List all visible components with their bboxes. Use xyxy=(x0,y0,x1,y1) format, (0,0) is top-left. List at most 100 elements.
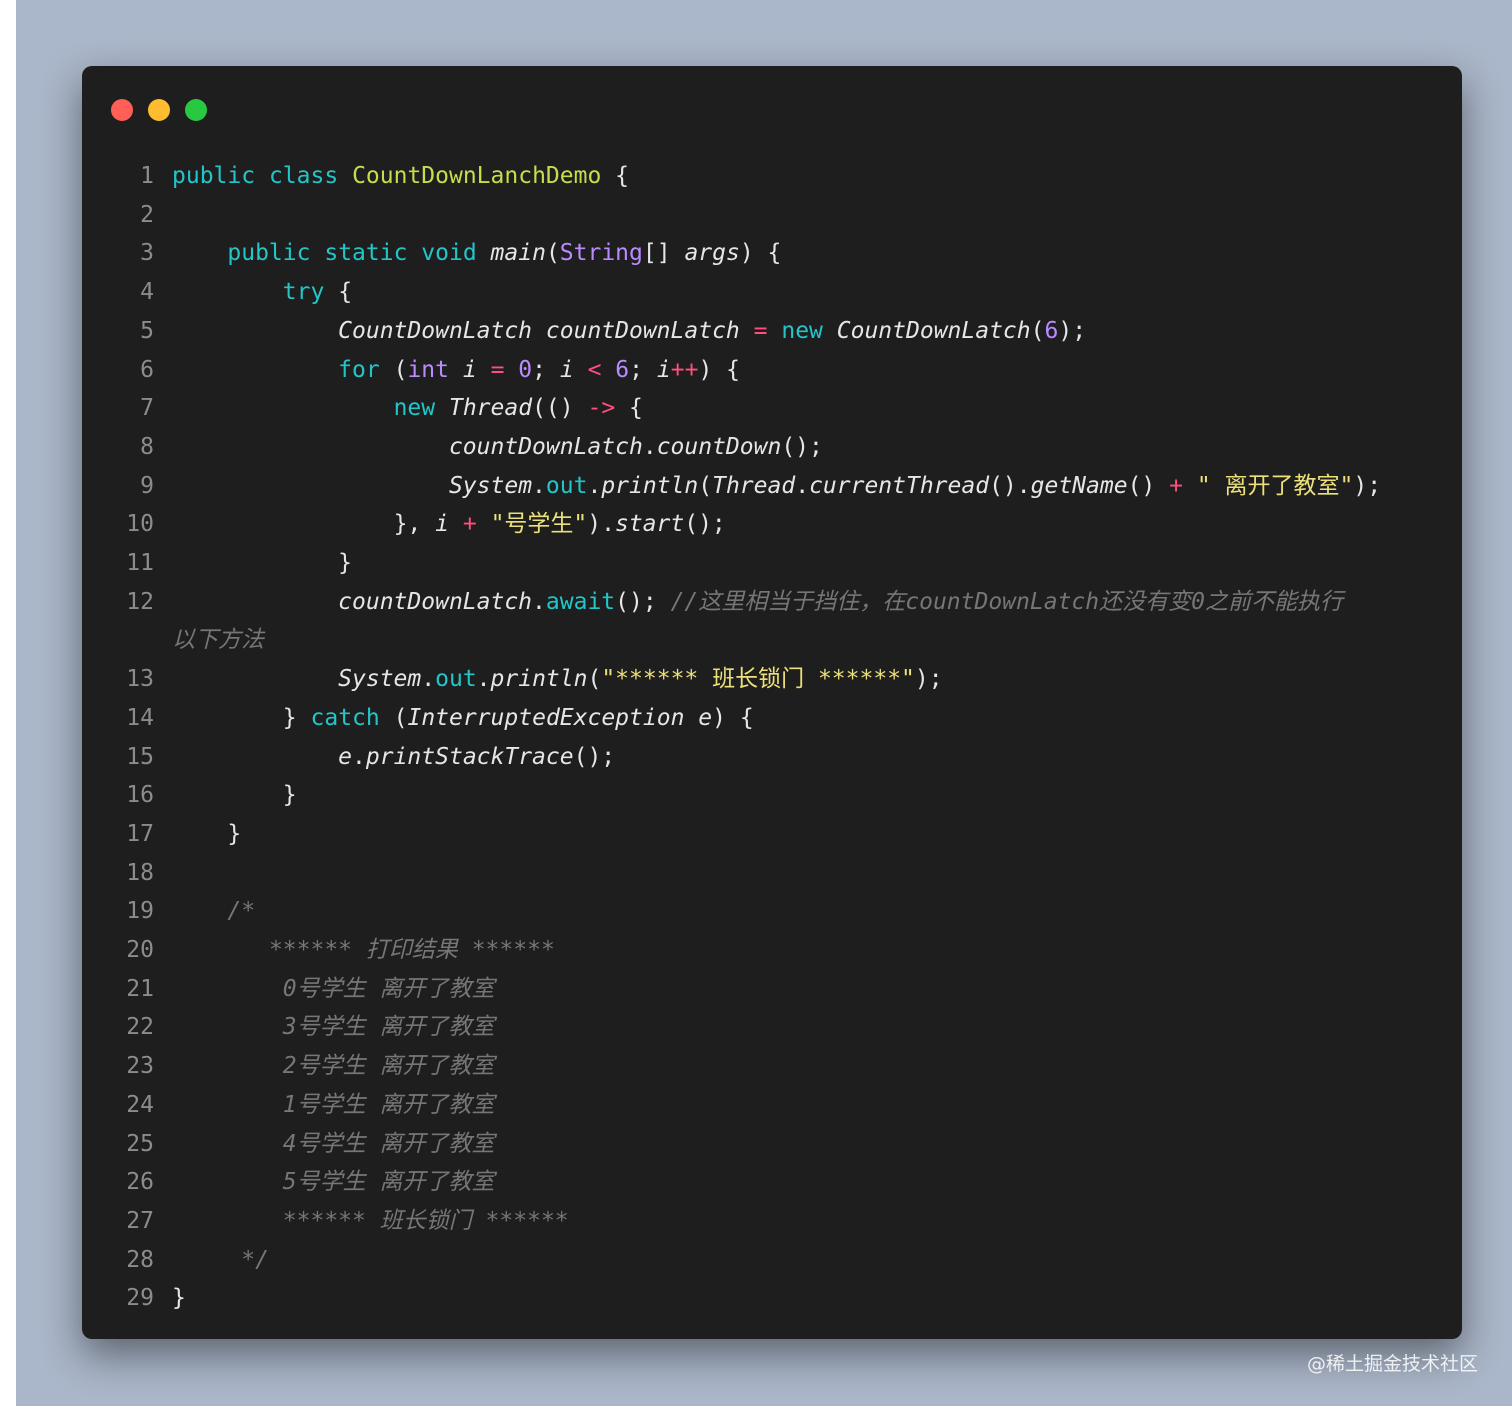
token: public xyxy=(172,163,256,189)
token: . xyxy=(532,472,546,499)
token: { xyxy=(629,395,643,422)
token: + xyxy=(1169,472,1183,499)
token: try xyxy=(282,279,325,306)
token: . xyxy=(587,472,602,499)
line-number: 16 xyxy=(126,782,154,809)
token: 0 xyxy=(518,356,533,383)
code-line: 26 5号学生 离开了教室 xyxy=(82,1163,1462,1202)
comment: ****** 打印结果 ****** xyxy=(268,937,555,964)
code-line: 14 } catch (InterruptedException e) { xyxy=(82,699,1462,738)
line-number: 11 xyxy=(126,550,154,577)
line-content: 4号学生 离开了教室 xyxy=(154,1125,495,1164)
code-line: 20 ****** 打印结果 ****** xyxy=(82,931,1462,970)
comment: /* xyxy=(227,898,256,925)
line-number: 10 xyxy=(126,511,154,538)
line-number: 27 xyxy=(126,1207,154,1234)
token: . xyxy=(352,743,366,770)
line-number: 6 xyxy=(140,356,154,383)
token: InterruptedException xyxy=(407,704,685,731)
line-number: 20 xyxy=(126,937,154,964)
token: . xyxy=(795,472,810,499)
line-number-blank xyxy=(82,621,154,660)
line-number: 3 xyxy=(140,240,154,267)
comment: 3号学生 离开了教室 xyxy=(282,1014,495,1041)
token: (); xyxy=(781,433,823,460)
comment: ****** 班长锁门 ****** xyxy=(282,1207,569,1234)
line-content: 5号学生 离开了教室 xyxy=(154,1163,495,1202)
token: ); xyxy=(1058,317,1087,344)
token: . xyxy=(642,433,657,460)
code-line: 5 CountDownLatch countDownLatch = new Co… xyxy=(82,312,1462,351)
token: ( xyxy=(393,356,408,383)
token: = xyxy=(753,317,768,344)
line-content: 1号学生 离开了教室 xyxy=(154,1086,495,1125)
token: CountDownLatch xyxy=(338,317,533,344)
line-number: 26 xyxy=(126,1169,154,1196)
token: . xyxy=(421,666,436,693)
token: ( xyxy=(393,704,408,731)
line-content: ****** 班长锁门 ****** xyxy=(154,1202,569,1241)
token: println xyxy=(490,666,588,693)
token: void xyxy=(421,240,477,267)
watermark: @稀土掘金技术社区 xyxy=(1306,1353,1478,1375)
code-line: 9 System.out.println(Thread.currentThrea… xyxy=(82,467,1462,506)
token: i xyxy=(435,511,449,538)
token: e xyxy=(698,704,713,731)
comment: */ xyxy=(241,1246,269,1273)
token: out xyxy=(545,472,588,499)
token: -> xyxy=(587,395,616,422)
token: } xyxy=(172,1285,186,1312)
code-line: 4 try { xyxy=(82,273,1462,312)
close-dot-icon[interactable] xyxy=(111,99,133,121)
token: < xyxy=(587,356,602,383)
code-window: 1 public class CountDownLanchDemo { 2 3 p… xyxy=(82,66,1462,1339)
token: i xyxy=(559,356,574,383)
code-line: 17 } xyxy=(82,815,1462,854)
code-line: 27 ****** 班长锁门 ****** xyxy=(82,1202,1462,1241)
token: ( xyxy=(545,240,560,267)
minimize-dot-icon[interactable] xyxy=(148,99,170,121)
token: } xyxy=(338,550,353,577)
line-number: 15 xyxy=(126,743,154,770)
token: . xyxy=(476,666,491,693)
code-line: 12 countDownLatch.await(); //这里相当于挡住，在co… xyxy=(82,583,1462,622)
code-line: 11 } xyxy=(82,544,1462,583)
token: ; xyxy=(532,356,546,383)
line-number: 21 xyxy=(126,975,154,1002)
line-content: 0号学生 离开了教室 xyxy=(154,970,495,1009)
line-content: countDownLatch.await(); //这里相当于挡住，在count… xyxy=(154,583,1343,622)
line-content: /* xyxy=(154,892,255,931)
code-line: 7 new Thread(() -> { xyxy=(82,389,1462,428)
token: CountDownLanchDemo xyxy=(352,163,602,189)
token: getName xyxy=(1030,472,1128,499)
code-line: 10 }, i + "号学生").start(); xyxy=(82,505,1462,544)
token: } xyxy=(227,820,242,847)
token: (); xyxy=(615,588,657,615)
code-line: 16 } xyxy=(82,776,1462,815)
code-line: 24 1号学生 离开了教室 xyxy=(82,1086,1462,1125)
maximize-dot-icon[interactable] xyxy=(185,99,207,121)
token: 6 xyxy=(615,356,630,383)
line-content: }, i + "号学生").start(); xyxy=(154,505,726,544)
code-line: 19 /* xyxy=(82,892,1462,931)
token: e xyxy=(338,743,353,770)
traffic-lights xyxy=(111,99,207,121)
line-content: public class CountDownLanchDemo { xyxy=(154,157,629,196)
token: CountDownLatch xyxy=(836,317,1031,344)
line-content: System.out.println("****** 班长锁门 ******")… xyxy=(154,660,942,699)
token: ); xyxy=(1353,472,1382,499)
line-number: 22 xyxy=(126,1014,154,1041)
code-line: 6 for (int i = 0; i < 6; i++) { xyxy=(82,351,1462,390)
line-content: } xyxy=(154,776,297,815)
token: . xyxy=(1016,472,1031,499)
token: Thread xyxy=(712,472,796,499)
line-content: public static void main(String[] args) { xyxy=(154,234,781,273)
code-line: 25 4号学生 离开了教室 xyxy=(82,1125,1462,1164)
line-number: 23 xyxy=(126,1053,154,1080)
token: ) { xyxy=(739,240,782,267)
token: "****** 班长锁门 ******" xyxy=(601,666,915,693)
token: println xyxy=(601,472,699,499)
line-number: 7 xyxy=(140,395,154,422)
line-content: ****** 打印结果 ****** xyxy=(154,931,555,970)
token: currentThread xyxy=(809,472,990,499)
